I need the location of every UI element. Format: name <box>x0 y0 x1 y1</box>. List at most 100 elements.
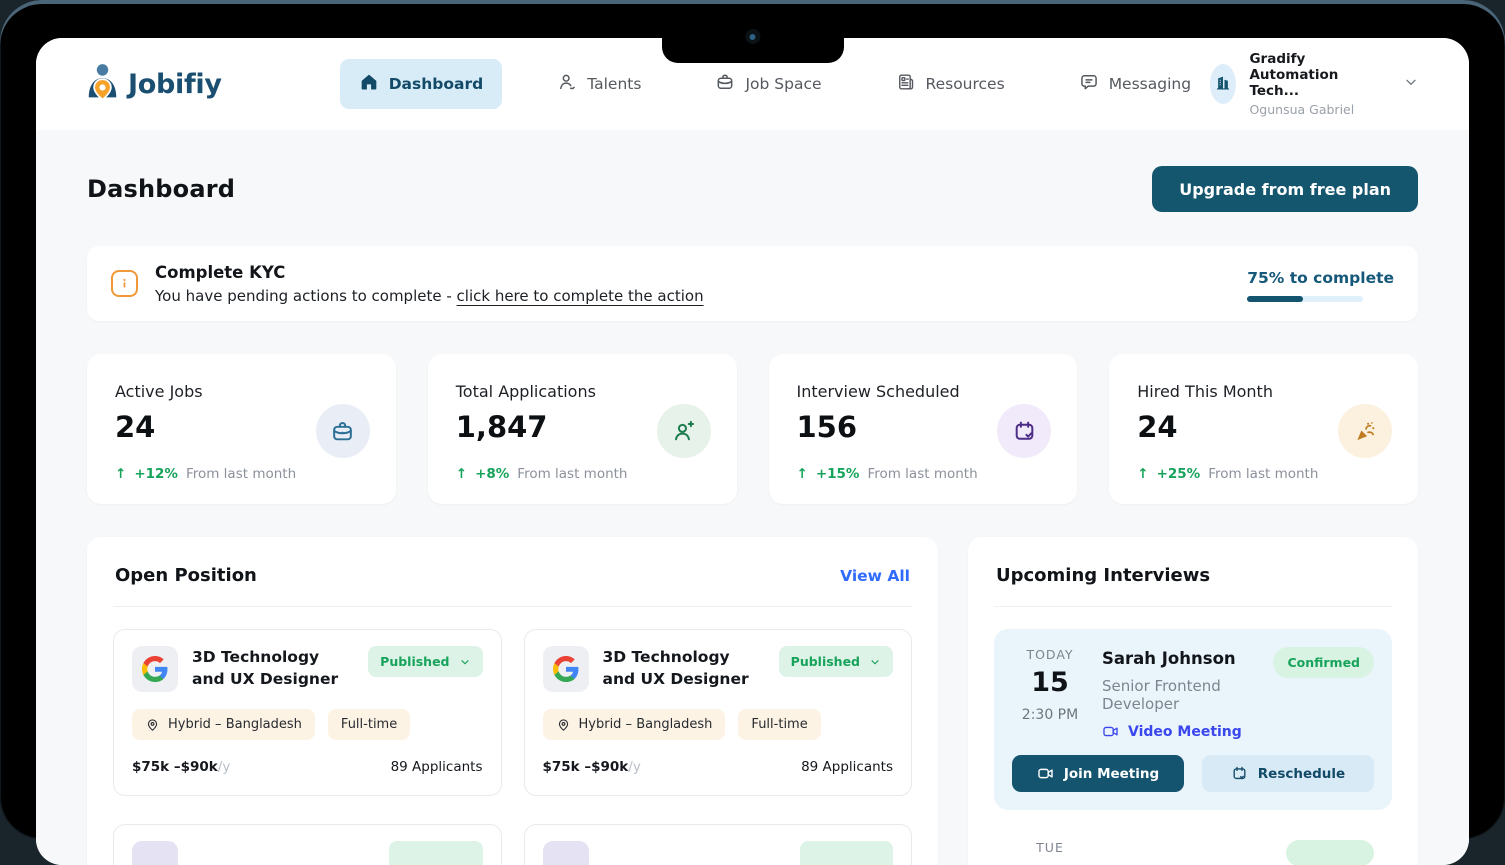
briefcase-icon <box>316 404 370 458</box>
chat-icon <box>1079 72 1099 96</box>
kyc-message: You have pending actions to complete - c… <box>155 287 704 305</box>
job-card[interactable]: 3D Technology and UX Designer Published <box>113 629 502 796</box>
stat-delta: ↑ +12% From last month <box>115 466 368 482</box>
arrow-up-icon: ↑ <box>1137 466 1148 482</box>
stat-delta-pct: +12% <box>134 466 178 482</box>
job-salary: $75k –$90k/y <box>132 759 230 775</box>
nav-item-messaging[interactable]: Messaging <box>1060 59 1210 109</box>
news-icon <box>896 72 916 96</box>
job-type-label: Full-time <box>751 717 807 732</box>
stat-delta-note: From last month <box>1208 466 1318 482</box>
main-row: Open Position View All <box>87 537 1418 865</box>
home-icon <box>359 72 379 96</box>
reschedule-button[interactable]: Reschedule <box>1202 755 1374 792</box>
job-status-label: Published <box>380 654 449 669</box>
interview-details: TODAY 15 2:30 PM Sarah Johnson Senior Fr… <box>1012 647 1374 740</box>
nav-item-job-space[interactable]: Job Space <box>696 59 840 109</box>
stat-card-interview-scheduled: Interview Scheduled 156 ↑ +15% From last… <box>769 354 1078 504</box>
interview-row-partial[interactable]: TUE <box>994 840 1392 865</box>
stat-delta-pct: +8% <box>475 466 509 482</box>
job-salary-period: /y <box>628 759 641 775</box>
divider <box>994 606 1392 607</box>
interview-time: 2:30 PM <box>1012 707 1088 723</box>
interview-date: TODAY 15 2:30 PM <box>1012 647 1088 740</box>
google-logo <box>543 646 589 692</box>
stat-delta-pct: +25% <box>1157 466 1201 482</box>
view-all-link[interactable]: View All <box>840 567 910 585</box>
dashboard-page: Dashboard Upgrade from free plan Complet… <box>36 130 1469 865</box>
video-meeting-link[interactable]: Video Meeting <box>1102 723 1259 740</box>
job-applicants: 89 Applicants <box>801 759 893 775</box>
upcoming-interviews-panel: Upcoming Interviews TODAY 15 2:30 PM Sar… <box>968 537 1418 865</box>
brand-logo[interactable]: Jobifiy <box>86 63 222 105</box>
stat-label: Active Jobs <box>115 382 368 401</box>
stat-card-hired-this-month: Hired This Month 24 ↑ +25% <box>1109 354 1418 504</box>
nav-item-talents[interactable]: Talents <box>538 59 660 109</box>
job-salary-range: $75k –$90k <box>543 759 629 775</box>
job-card-top: Published <box>543 841 894 865</box>
interviews-title: Upcoming Interviews <box>996 565 1210 586</box>
stats-row: Active Jobs 24 ↑ +12% From last mon <box>87 354 1418 504</box>
interview-info <box>1102 840 1272 865</box>
job-card-partial[interactable]: Published <box>524 824 913 865</box>
job-location-label: Hybrid – Bangladesh <box>168 717 302 732</box>
job-applicants: 89 Applicants <box>391 759 483 775</box>
kyc-progress-label: 75% to complete <box>1247 269 1394 287</box>
stat-delta-note: From last month <box>517 466 627 482</box>
job-type-tag: Full-time <box>738 709 820 740</box>
job-status-badge[interactable]: Published <box>779 646 893 677</box>
job-location-tag: Hybrid – Bangladesh <box>132 709 315 740</box>
job-status-badge[interactable]: Published <box>800 841 893 865</box>
nav-label-job-space: Job Space <box>745 75 821 93</box>
nav-item-resources[interactable]: Resources <box>877 59 1024 109</box>
job-card-partial[interactable]: Published <box>113 824 502 865</box>
calendar-icon <box>1231 765 1248 782</box>
nav-label-dashboard: Dashboard <box>389 75 484 93</box>
nav-item-dashboard[interactable]: Dashboard <box>340 59 503 109</box>
jobifiy-logo-icon <box>86 63 119 105</box>
stat-label: Total Applications <box>456 382 709 401</box>
stat-delta: ↑ +25% From last month <box>1137 466 1390 482</box>
stat-card-total-applications: Total Applications 1,847 ↑ +8% From last… <box>428 354 737 504</box>
chevron-down-icon <box>869 656 881 668</box>
job-type-tag: Full-time <box>328 709 410 740</box>
interview-info: Sarah Johnson Senior Frontend Developer … <box>1102 647 1259 740</box>
upgrade-plan-button[interactable]: Upgrade from free plan <box>1152 166 1418 212</box>
video-camera-icon <box>1037 765 1054 782</box>
stat-label: Hired This Month <box>1137 382 1390 401</box>
app-screen: Jobifiy Dashboard <box>36 38 1469 865</box>
jobs-grid: 3D Technology and UX Designer Published <box>113 629 912 865</box>
company-logo <box>543 841 589 865</box>
job-status-badge[interactable]: Published <box>368 646 482 677</box>
candidate-role: Senior Frontend Developer <box>1102 677 1259 713</box>
nav-label-talents: Talents <box>587 75 641 93</box>
job-card[interactable]: 3D Technology and UX Designer Published <box>524 629 913 796</box>
interview-day-label: TUE <box>1012 840 1088 865</box>
kyc-complete-link[interactable]: click here to complete the action <box>457 287 704 305</box>
stat-delta-pct: +15% <box>816 466 860 482</box>
account-menu[interactable]: Gradify Automation Tech... Ogunsua Gabri… <box>1210 51 1419 117</box>
job-status-badge[interactable]: Published <box>389 841 482 865</box>
join-meeting-label: Join Meeting <box>1064 766 1159 782</box>
company-logo <box>132 841 178 865</box>
stat-delta: ↑ +15% From last month <box>797 466 1050 482</box>
open-positions-header: Open Position View All <box>113 561 912 606</box>
open-positions-title: Open Position <box>115 565 257 586</box>
candidate-name: Sarah Johnson <box>1102 649 1259 668</box>
account-user: Ogunsua Gabriel <box>1249 102 1384 117</box>
party-popper-icon <box>1338 404 1392 458</box>
job-location-tag: Hybrid – Bangladesh <box>543 709 726 740</box>
job-title: 3D Technology and UX Designer <box>603 646 765 692</box>
nav-label-resources: Resources <box>926 75 1005 93</box>
meeting-type-label: Video Meeting <box>1128 724 1242 740</box>
account-names: Gradify Automation Tech... Ogunsua Gabri… <box>1249 51 1384 117</box>
kyc-progress: 75% to complete <box>1247 265 1394 302</box>
divider <box>113 606 912 607</box>
join-meeting-button[interactable]: Join Meeting <box>1012 755 1184 792</box>
laptop-bezel: Jobifiy Dashboard <box>0 0 1505 839</box>
interview-card: TODAY 15 2:30 PM Sarah Johnson Senior Fr… <box>994 629 1392 810</box>
stat-delta-note: From last month <box>867 466 977 482</box>
chevron-down-icon[interactable] <box>1403 74 1419 94</box>
webcam-dot <box>745 29 760 44</box>
job-status-label: Published <box>791 654 860 669</box>
